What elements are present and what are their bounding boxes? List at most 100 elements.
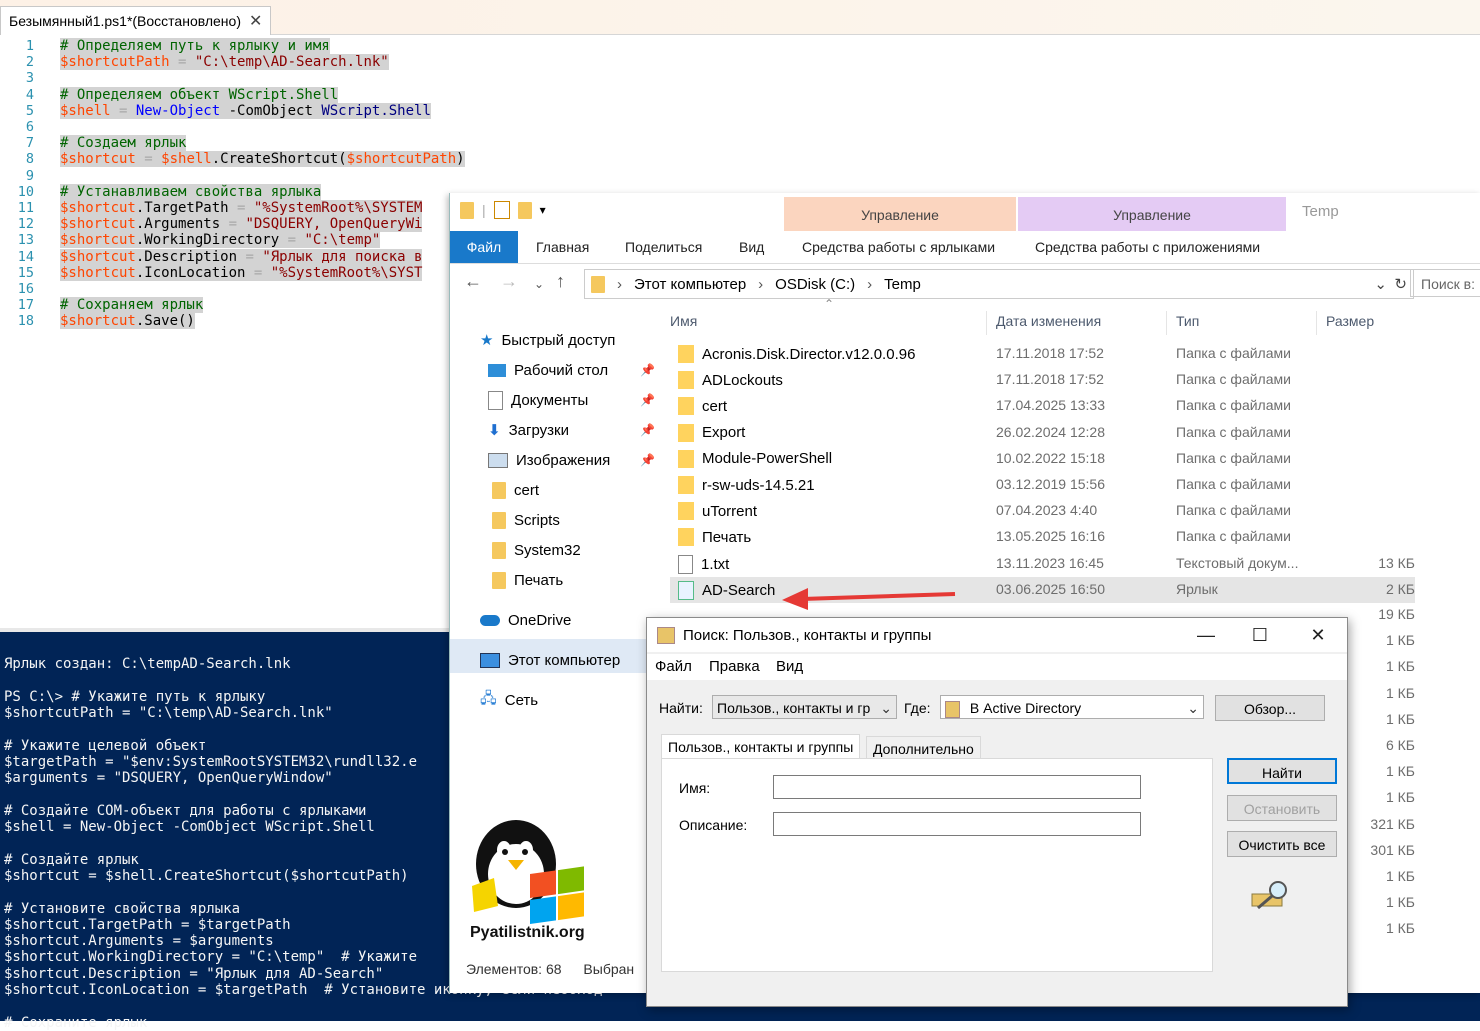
browse-button[interactable]: Обзор... xyxy=(1215,695,1325,721)
file-size: 2 КБ xyxy=(1385,580,1415,597)
find-type-select[interactable]: Пользов., контакты и гр ⌄ xyxy=(712,695,897,719)
star-icon: ★ xyxy=(480,332,494,349)
nav-system32[interactable]: System32 xyxy=(492,539,581,561)
nav-downloads[interactable]: ⬇ Загрузки 📌 xyxy=(488,419,655,441)
file-row[interactable]: Export 26.02.2024 12:28 Папка с файлами xyxy=(670,420,1415,446)
nav-network[interactable]: 🖧 Сеть xyxy=(480,689,538,711)
computer-icon xyxy=(480,652,500,668)
search-input[interactable]: Поиск в: xyxy=(1410,269,1480,297)
console-line: $shortcut.Description = "Ярлык для AD-Se… xyxy=(4,965,384,982)
ribbon-file-tab[interactable]: Файл xyxy=(450,231,518,263)
col-separator[interactable] xyxy=(1166,311,1167,335)
ribbon-shortcut-tools-tab[interactable]: Средства работы с ярлыками xyxy=(802,231,995,263)
close-icon[interactable]: ✕ xyxy=(1295,620,1341,650)
code-token: "C:\temp" xyxy=(304,232,381,249)
manage-tab-shortcut[interactable]: Управление xyxy=(784,197,1016,231)
col-type[interactable]: Тип xyxy=(1176,313,1199,329)
tab-users-contacts-groups[interactable]: Пользов., контакты и группы xyxy=(661,734,861,759)
documents-icon xyxy=(488,390,503,410)
nav-print[interactable]: Печать xyxy=(492,569,563,591)
file-row[interactable]: Печать 13.05.2025 16:16 Папка с файлами xyxy=(670,524,1415,550)
minimize-icon[interactable]: — xyxy=(1183,620,1229,650)
file-size: 321 КБ xyxy=(1370,815,1415,832)
address-dropdown-icon[interactable]: ⌄ xyxy=(1374,275,1387,293)
nav-cert[interactable]: cert xyxy=(492,479,539,501)
nav-onedrive[interactable]: OneDrive xyxy=(480,609,571,631)
ribbon-app-tools-tab[interactable]: Средства работы с приложениями xyxy=(1035,231,1260,263)
nav-desktop[interactable]: Рабочий стол 📌 xyxy=(488,359,655,381)
file-type: Папка с файлами xyxy=(1176,528,1291,545)
stop-button[interactable]: Остановить xyxy=(1227,795,1337,821)
code-selection: $shortcut.Arguments = "DSQUERY, OpenQuer… xyxy=(60,216,423,233)
file-row[interactable]: cert 17.04.2025 13:33 Папка с файлами xyxy=(670,393,1415,419)
console-line: $shortcut = $shell.CreateShortcut($short… xyxy=(4,867,409,884)
col-separator[interactable] xyxy=(986,311,987,335)
nav-pictures[interactable]: Изображения 📌 xyxy=(488,449,655,471)
console-line: Ярлык создан: C:\tempAD-Search.lnk xyxy=(4,656,291,672)
address-bar[interactable]: › Этот компьютер › OSDisk (C:) › Temp ⌄ … xyxy=(584,269,1414,299)
window-title: Temp xyxy=(1302,203,1339,220)
file-row[interactable]: uTorrent 07.04.2023 4:40 Папка с файлами xyxy=(670,498,1415,524)
ise-script-tab[interactable]: Безымянный1.ps1*(Восстановлено) ✕ xyxy=(0,6,272,35)
directory-icon xyxy=(945,700,960,718)
code-line: $shell = New-Object -ComObject WScript.S… xyxy=(60,102,431,119)
clear-all-button[interactable]: Очистить все xyxy=(1227,831,1337,857)
file-type: Ярлык xyxy=(1176,580,1218,597)
col-name[interactable]: Имя xyxy=(670,313,697,329)
file-row[interactable]: Acronis.Disk.Director.v12.0.0.96 17.11.20… xyxy=(670,341,1415,367)
nav-scripts[interactable]: Scripts xyxy=(492,509,560,531)
line-number: 16 xyxy=(17,281,34,297)
nav-quick-access[interactable]: ★ Быстрый доступ xyxy=(480,329,615,351)
file-name-cell: r-sw-uds-14.5.21 xyxy=(678,476,815,494)
customize-arrow-icon[interactable]: ▾ xyxy=(540,203,546,217)
nav-this-pc[interactable]: Этот компьютер xyxy=(480,649,620,671)
close-icon[interactable]: ✕ xyxy=(249,11,262,31)
menu-view[interactable]: Вид xyxy=(776,658,803,675)
properties-icon[interactable] xyxy=(493,201,510,219)
maximize-icon[interactable]: ☐ xyxy=(1237,620,1283,650)
code-token: $shortcut xyxy=(60,216,136,233)
line-number: 8 xyxy=(25,151,34,168)
forward-arrow-icon[interactable]: → xyxy=(500,271,518,292)
up-arrow-icon[interactable]: ↑ xyxy=(556,271,565,292)
network-icon: 🖧 xyxy=(480,689,497,707)
where-select[interactable]: В Active Directory ⌄ xyxy=(940,695,1204,719)
menu-file[interactable]: Файл xyxy=(655,658,692,675)
recent-dropdown-icon[interactable]: ⌄ xyxy=(534,277,544,291)
crumb-osdisk[interactable]: OSDisk (C:) xyxy=(775,276,855,293)
ribbon-share-tab[interactable]: Поделиться xyxy=(625,231,702,263)
name-field[interactable] xyxy=(773,775,1141,799)
crumb-temp[interactable]: Temp xyxy=(884,276,921,293)
menu-edit[interactable]: Правка xyxy=(709,658,760,675)
nav-documents[interactable]: Документы 📌 xyxy=(488,389,655,411)
manage-tab-application[interactable]: Управление xyxy=(1018,197,1286,231)
file-row[interactable]: Module-PowerShell 10.02.2022 15:18 Папка с… xyxy=(670,446,1415,472)
where-label: Где: xyxy=(904,700,931,716)
find-type-value: Пользов., контакты и гр xyxy=(717,700,871,716)
find-now-button[interactable]: Найти xyxy=(1227,758,1337,784)
line-number: 17 xyxy=(17,297,34,314)
line-number: 5 xyxy=(25,102,34,119)
tab-advanced[interactable]: Дополнительно xyxy=(866,736,981,760)
line-number: 18 xyxy=(17,313,34,330)
col-size[interactable]: Размер xyxy=(1326,313,1374,329)
code-token: = xyxy=(237,248,263,265)
description-field[interactable] xyxy=(773,812,1141,836)
file-name-cell: Печать xyxy=(678,528,751,547)
refresh-icon[interactable]: ↻ xyxy=(1394,275,1407,293)
back-arrow-icon[interactable]: ← xyxy=(464,271,482,292)
pictures-icon xyxy=(488,452,508,468)
file-row[interactable]: ADLockouts 17.11.2018 17:52 Папка с файлам… xyxy=(670,367,1415,393)
new-folder-icon[interactable] xyxy=(517,201,532,219)
col-date[interactable]: Дата изменения xyxy=(996,313,1101,329)
file-row[interactable]: r-sw-uds-14.5.21 03.12.2019 15:56 Папка с … xyxy=(670,472,1415,498)
crumb-this-pc[interactable]: Этот компьютер xyxy=(634,276,746,293)
file-type: Папка с файлами xyxy=(1176,502,1291,519)
col-separator[interactable] xyxy=(1316,311,1317,335)
ribbon-home-tab[interactable]: Главная xyxy=(536,231,589,263)
code-token: $shell xyxy=(60,102,111,119)
dialog-titlebar: Поиск: Пользов., контакты и группы — ☐ ✕ xyxy=(647,618,1347,652)
ribbon-view-tab[interactable]: Вид xyxy=(739,231,764,263)
file-row[interactable]: 1.txt 13.11.2023 16:45 Текстовый докум... 1… xyxy=(670,551,1415,577)
file-date: 07.04.2023 4:40 xyxy=(996,502,1098,519)
